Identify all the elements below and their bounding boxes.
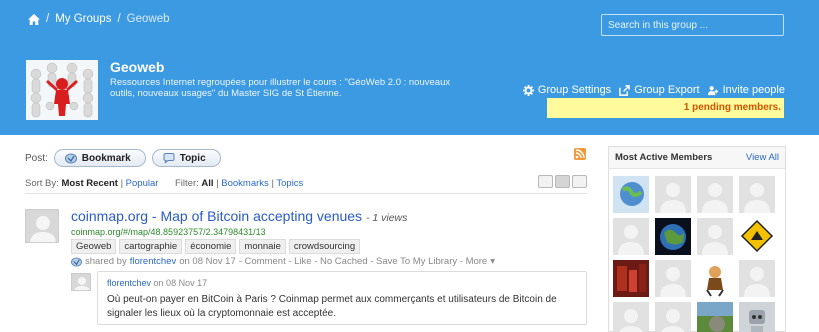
bookmark-meta: shared by florentchev on 08 Nov 17 - Com…	[71, 256, 495, 267]
member-avatar-default[interactable]	[655, 176, 691, 213]
list-view-icon[interactable]	[538, 175, 553, 188]
breadcrumb-separator: /	[117, 13, 121, 25]
filter: Filter: All | Bookmarks | Topics	[175, 178, 303, 189]
divider	[25, 193, 587, 194]
bookmark-button-label: Bookmark	[81, 152, 131, 164]
member-avatar-default[interactable]	[739, 176, 775, 213]
tag[interactable]: monnaie	[239, 239, 286, 254]
comment-text: Où peut-on payer en BitCoin à Paris ? Co…	[107, 294, 557, 319]
view-all-link[interactable]: View All	[746, 152, 779, 163]
bookmark-user-avatar[interactable]	[25, 209, 59, 243]
post-label: Post:	[25, 152, 48, 164]
comment-date: on 08 Nov 17	[153, 278, 208, 288]
shared-by-user-link[interactable]: florentchev	[130, 256, 176, 267]
breadcrumb-separator: /	[46, 13, 50, 25]
member-avatar-default[interactable]	[613, 302, 649, 332]
tag[interactable]: crowdsourcing	[288, 239, 361, 254]
bookmark-icon	[64, 153, 77, 163]
bookmark-tags: Geoweb cartographie économie monnaie cro…	[71, 239, 361, 254]
most-active-members-panel: Most Active Members View All	[608, 146, 786, 332]
breadcrumb-current: Geoweb	[126, 13, 170, 25]
filter-separator: |	[216, 178, 219, 189]
view-mode-toggle	[538, 175, 587, 188]
gear-icon	[522, 84, 534, 96]
sort-label: Sort By:	[25, 178, 59, 189]
invite-users-icon	[707, 85, 718, 95]
sort-filter-bar: Sort By: Most Recent | Popular Filter: A…	[25, 175, 587, 193]
post-bookmark-button[interactable]: Bookmark	[53, 149, 146, 167]
group-description: Ressources Internet regroupées pour illu…	[110, 77, 451, 99]
member-avatar-grid	[613, 176, 775, 332]
bookmark-title-link[interactable]: coinmap.org - Map of Bitcoin accepting v…	[71, 208, 362, 224]
member-avatar-globe[interactable]	[613, 176, 649, 213]
member-avatar-default[interactable]	[613, 218, 649, 255]
breadcrumb: / My Groups / Geoweb	[28, 13, 170, 25]
comment-box: florentchev on 08 Nov 17 Où peut-on paye…	[97, 271, 587, 325]
invite-people-link[interactable]: Invite people	[707, 84, 785, 96]
member-avatar-default[interactable]	[655, 302, 691, 332]
comment-user-link[interactable]: florentchev	[107, 278, 151, 288]
panel-header: Most Active Members View All	[609, 147, 785, 169]
filter-all[interactable]: All	[201, 178, 213, 189]
breadcrumb-my-groups[interactable]: My Groups	[55, 13, 111, 25]
invite-people-label: Invite people	[722, 84, 785, 96]
home-icon[interactable]	[28, 13, 40, 25]
filter-topics[interactable]: Topics	[276, 178, 303, 189]
rss-icon[interactable]	[574, 148, 586, 160]
export-icon	[619, 84, 631, 96]
group-settings-label: Group Settings	[537, 84, 612, 96]
group-settings-link[interactable]: Group Settings	[522, 84, 612, 96]
detailed-view-icon[interactable]	[555, 175, 570, 188]
filter-label: Filter:	[175, 178, 199, 189]
comment-user-avatar[interactable]	[71, 273, 91, 291]
filter-separator: |	[271, 178, 274, 189]
member-avatar-default[interactable]	[697, 176, 733, 213]
group-logo	[26, 60, 98, 120]
group-title: Geoweb	[110, 59, 165, 75]
bookmark-url[interactable]: coinmap.org/#/map/48.85923757/2.34798431…	[71, 227, 266, 237]
tag[interactable]: économie	[185, 239, 237, 254]
sort-popular[interactable]: Popular	[126, 178, 159, 189]
member-avatar-earth[interactable]	[655, 218, 691, 255]
member-avatar-default[interactable]	[655, 260, 691, 297]
bookmark-actions[interactable]: - Comment - Like - No Cached - Save To M…	[239, 256, 487, 267]
shared-by-label: shared by	[85, 256, 127, 267]
comment-header: florentchev on 08 Nov 17	[107, 278, 207, 288]
topic-bubble-icon	[163, 152, 175, 163]
filter-bookmarks[interactable]: Bookmarks	[221, 178, 269, 189]
post-topic-button[interactable]: Topic	[151, 149, 221, 167]
topic-button-label: Topic	[179, 152, 206, 164]
tag[interactable]: Geoweb	[71, 239, 117, 254]
member-avatar-cartoon[interactable]	[697, 260, 733, 297]
compact-view-icon[interactable]	[572, 175, 587, 188]
member-avatar-default[interactable]	[739, 260, 775, 297]
member-avatar-photo[interactable]	[613, 260, 649, 297]
more-dropdown-icon[interactable]: ▾	[490, 256, 495, 267]
bookmark-views: - 1 views	[365, 212, 408, 224]
sort-most-recent[interactable]: Most Recent	[61, 178, 117, 189]
member-avatar-warning-sign[interactable]	[739, 218, 775, 255]
sort-separator: |	[120, 178, 124, 189]
post-bar: Post: Bookmark Topic	[25, 149, 221, 167]
member-avatar-landscape[interactable]	[697, 302, 733, 332]
pending-members-notice[interactable]: 1 pending members.	[547, 98, 784, 118]
group-export-link[interactable]: Group Export	[619, 84, 700, 96]
member-avatar-default[interactable]	[697, 218, 733, 255]
group-actions: Group Settings Group Export Invite peopl…	[522, 84, 785, 96]
tag[interactable]: cartographie	[119, 239, 183, 254]
bookmark-item: coinmap.org - Map of Bitcoin accepting v…	[71, 208, 407, 224]
sort-by: Sort By: Most Recent | Popular	[25, 178, 158, 189]
member-avatar-robot[interactable]	[739, 302, 775, 332]
shared-date: on 08 Nov 17	[179, 256, 236, 267]
panel-title: Most Active Members	[615, 152, 713, 163]
group-search-input[interactable]	[601, 14, 784, 36]
bookmark-icon	[71, 256, 82, 267]
group-header: / My Groups / Geoweb Geoweb Ress	[0, 0, 819, 135]
group-export-label: Group Export	[634, 84, 700, 96]
